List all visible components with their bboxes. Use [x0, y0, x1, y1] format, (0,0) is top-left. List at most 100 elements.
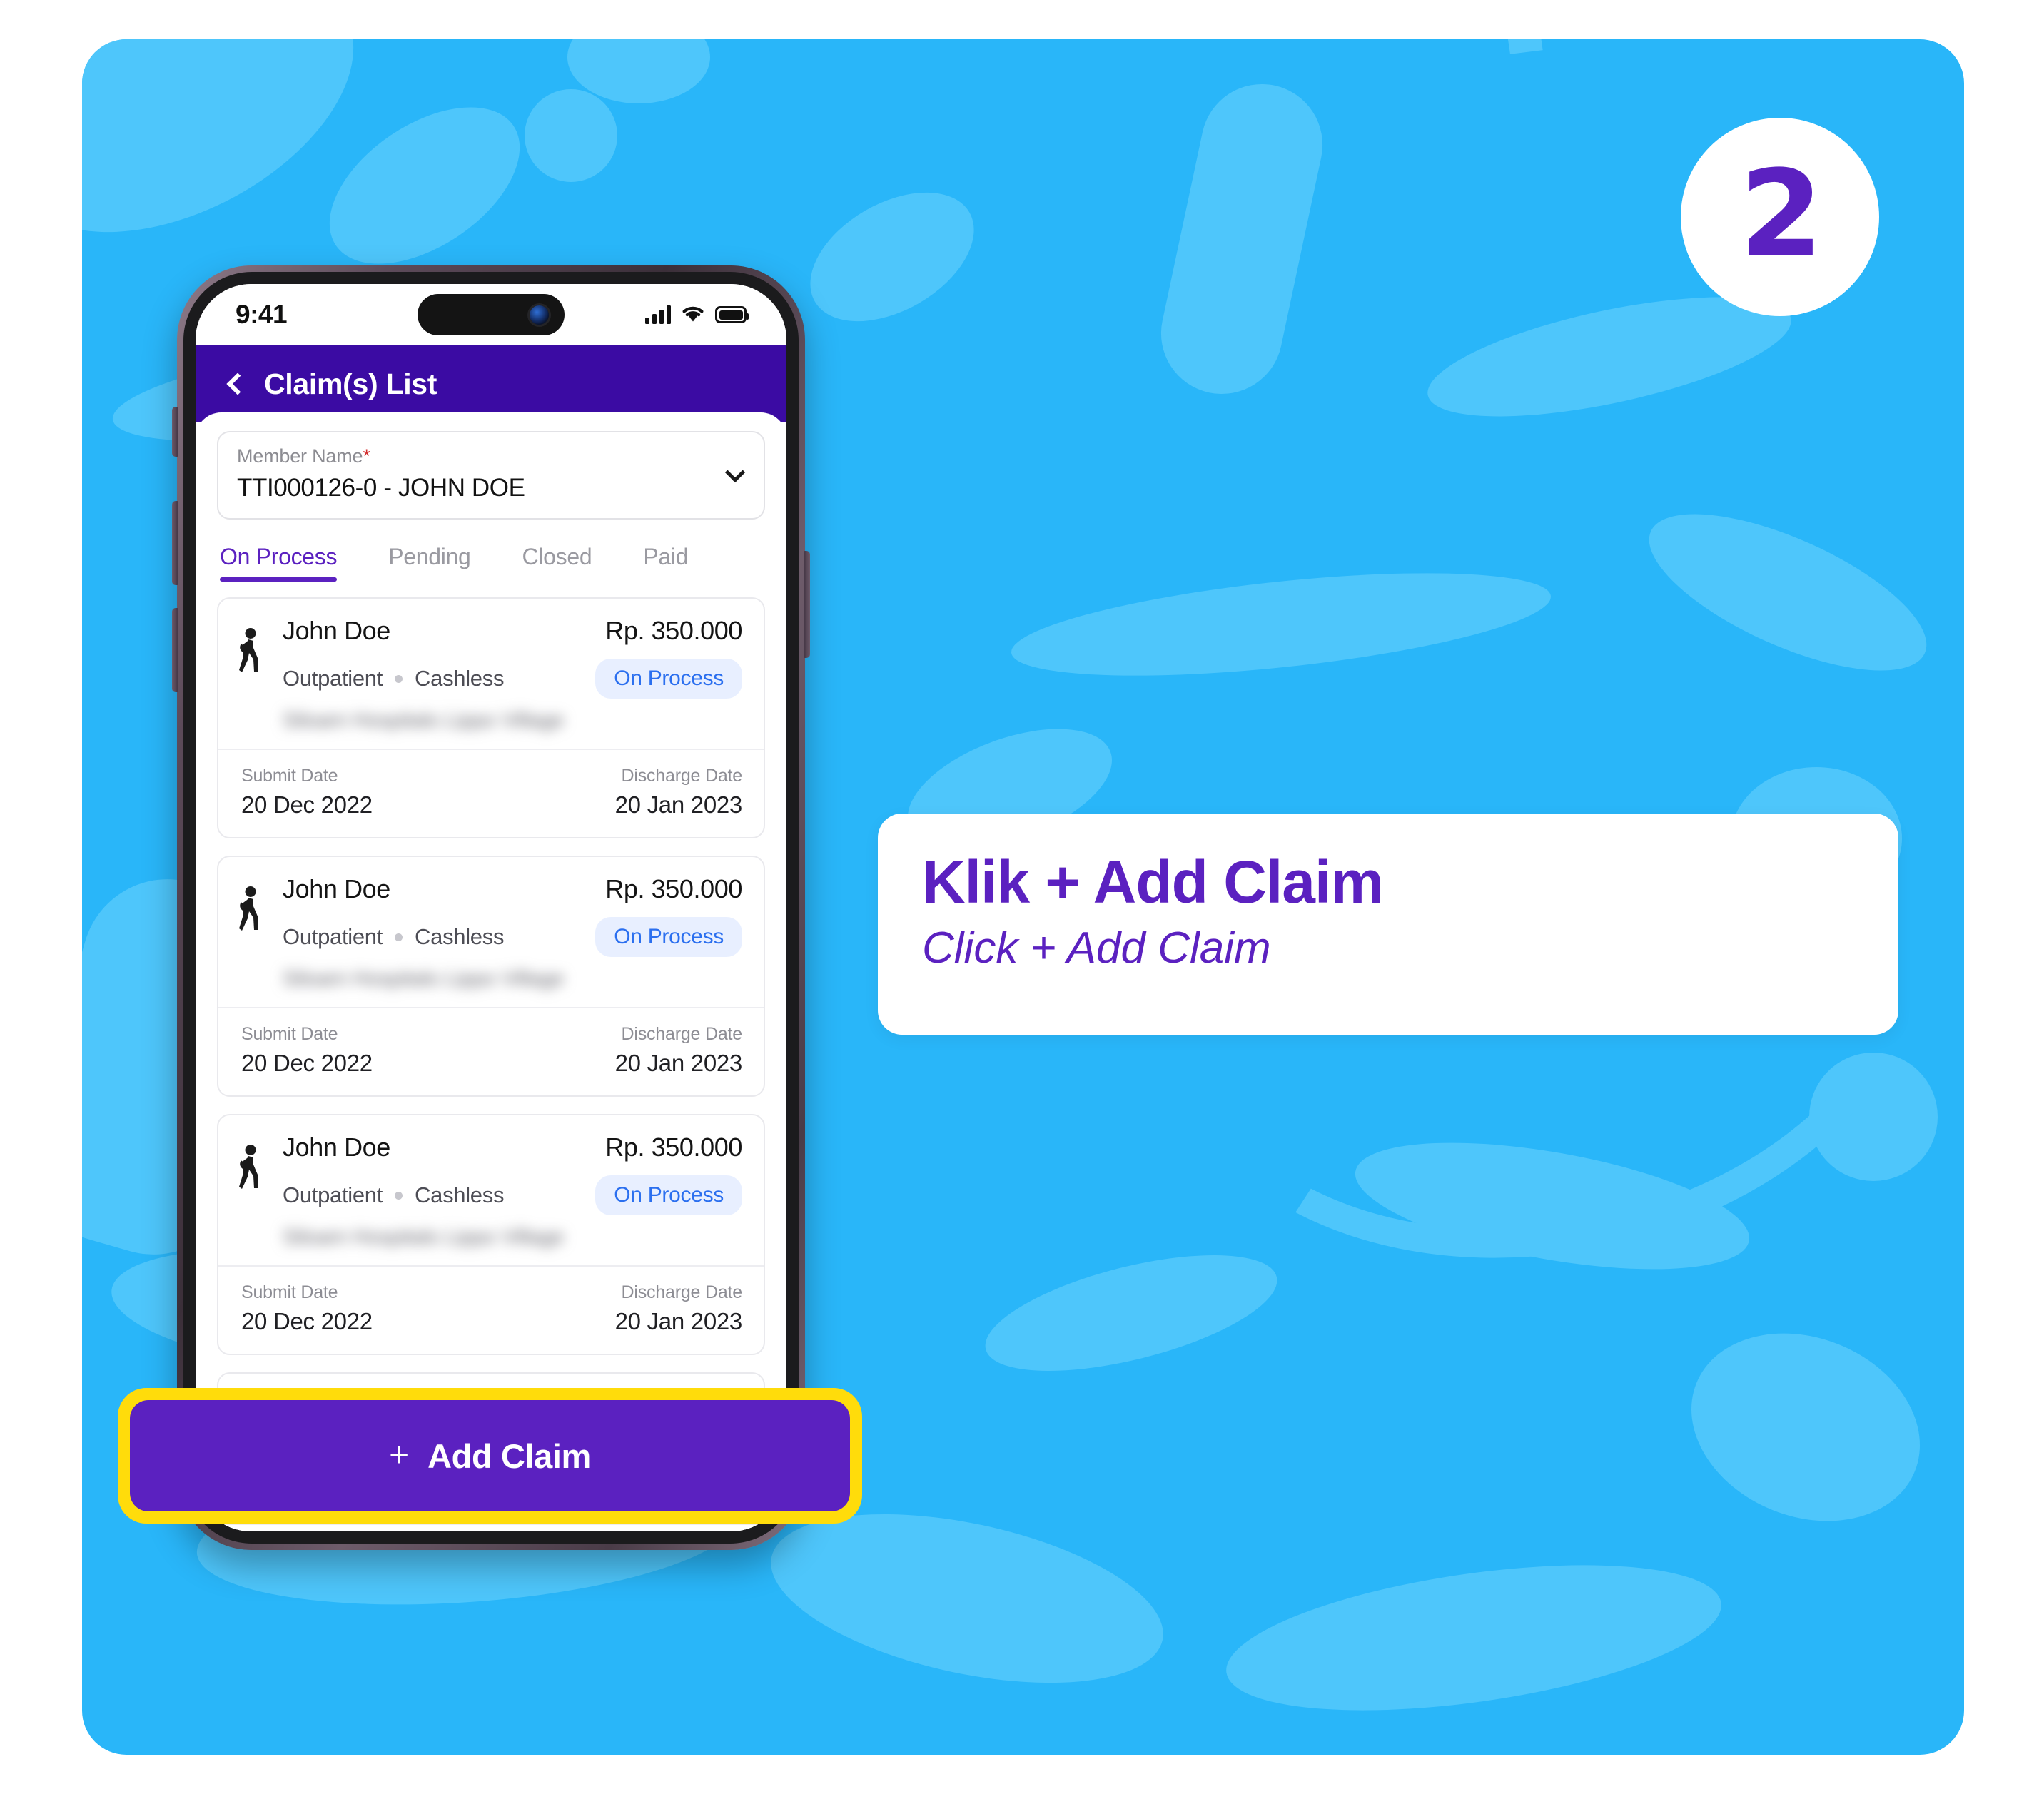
claim-type: Outpatient Cashless	[283, 924, 504, 950]
phone-mute-switch[interactable]	[172, 407, 178, 457]
submit-date-label: Submit Date	[241, 766, 338, 786]
phone-volume-up-button[interactable]	[172, 501, 178, 585]
status-bar: 9:41	[196, 284, 786, 345]
status-bar-time: 9:41	[236, 300, 288, 329]
claim-hospital-redacted: Siloam Hospitals Lippo Village	[283, 709, 565, 732]
claim-card[interactable]: John Doe Rp. 350.000 Outpatient Cashless…	[217, 1114, 765, 1355]
cellular-signal-icon	[645, 305, 671, 324]
status-badge: On Process	[595, 917, 742, 957]
claim-status-tabs: On Process Pending Closed Paid	[217, 544, 765, 582]
submit-date-label: Submit Date	[241, 1282, 338, 1302]
claim-card-row-name: John Doe Rp. 350.000	[283, 616, 742, 646]
page-title: Claim(s) List	[264, 367, 437, 400]
claim-type: Outpatient Cashless	[283, 666, 504, 691]
claim-patient-name: John Doe	[283, 1132, 390, 1162]
claim-card-top: John Doe Rp. 350.000 Outpatient Cashless…	[218, 857, 764, 1007]
submit-date-column: Submit Date 20 Dec 2022	[241, 1024, 373, 1077]
dynamic-island	[418, 294, 565, 335]
submit-date-column: Submit Date 20 Dec 2022	[241, 766, 373, 819]
claim-card-dates: Submit Date 20 Dec 2022 Discharge Date 2…	[218, 1524, 764, 1531]
discharge-date-column: Discharge Date 20 Jan 2023	[614, 1282, 743, 1335]
claim-card-main: John Doe Rp. 350.000 Outpatient Cashless…	[275, 616, 742, 733]
status-badge: On Process	[595, 659, 742, 699]
claim-care-type: Outpatient	[283, 924, 383, 949]
claim-card-main: John Doe Rp. 350.000 Outpatient Cashless…	[275, 1132, 742, 1250]
phone-mockup: 9:41 Claim(s) List Member Name* TTI00012…	[172, 265, 810, 1550]
claim-card-dates: Submit Date 20 Dec 2022 Discharge Date 2…	[218, 1007, 764, 1095]
claim-card-row-type: Outpatient Cashless On Process	[283, 659, 742, 699]
claim-hospital-redacted: Siloam Hospitals Lippo Village	[283, 1225, 565, 1249]
claim-patient-name: John Doe	[283, 874, 390, 903]
claim-card-row-type: Outpatient Cashless On Process	[283, 1175, 742, 1215]
app-header: Claim(s) List	[196, 345, 786, 422]
claim-payment-type: Cashless	[415, 1182, 505, 1207]
claim-amount: Rp. 350.000	[605, 616, 742, 645]
status-badge: On Process	[595, 1175, 742, 1215]
discharge-date-label: Discharge Date	[621, 1282, 742, 1302]
member-name-value: TTI000126-0 - JOHN DOE	[237, 474, 525, 502]
claim-type: Outpatient Cashless	[283, 1182, 504, 1208]
phone-power-button[interactable]	[804, 551, 810, 658]
claim-card-top: John Doe Rp. 350.000 Outpatient Cashless…	[218, 1115, 764, 1265]
instruction-primary-text: Klik + Add Claim	[922, 848, 1384, 916]
claim-amount: Rp. 350.000	[605, 1132, 742, 1162]
step-number: 2	[1739, 144, 1823, 284]
claim-payment-type: Cashless	[415, 666, 505, 691]
member-name-label-text: Member Name	[237, 445, 363, 467]
step-number-badge: 2	[1681, 118, 1879, 316]
discharge-date-label: Discharge Date	[621, 1024, 742, 1044]
claim-card-main: John Doe Rp. 350.000 Outpatient Cashless…	[275, 874, 742, 991]
phone-screen: 9:41 Claim(s) List Member Name* TTI00012…	[196, 284, 786, 1531]
tab-on-process[interactable]: On Process	[220, 544, 337, 582]
discharge-date-value: 20 Jan 2023	[614, 791, 743, 818]
walking-person-icon	[234, 616, 275, 733]
separator-dot-icon	[395, 933, 403, 941]
discharge-date-column: Discharge Date 20 Jan 2023	[614, 1024, 743, 1077]
phone-volume-down-button[interactable]	[172, 608, 178, 692]
walking-person-icon	[234, 1132, 275, 1250]
tab-closed[interactable]: Closed	[522, 544, 592, 582]
chevron-left-icon[interactable]	[226, 373, 249, 395]
plus-icon: +	[389, 1436, 410, 1474]
claim-card-dates: Submit Date 20 Dec 2022 Discharge Date 2…	[218, 749, 764, 837]
add-claim-button[interactable]: + Add Claim	[130, 1400, 850, 1511]
claim-card[interactable]: John Doe Rp. 350.000 Outpatient Cashless…	[217, 597, 765, 838]
claim-care-type: Outpatient	[283, 666, 383, 691]
walking-person-icon	[234, 874, 275, 991]
member-name-select[interactable]: Member Name* TTI000126-0 - JOHN DOE	[217, 431, 765, 520]
discharge-date-label: Discharge Date	[621, 766, 742, 786]
claim-card[interactable]: John Doe Rp. 350.000 Outpatient Cashless…	[217, 856, 765, 1097]
claim-hospital-redacted: Siloam Hospitals Lippo Village	[283, 967, 565, 990]
instruction-card: Klik + Add Claim Click + Add Claim	[878, 814, 1898, 1035]
separator-dot-icon	[395, 674, 403, 683]
submit-date-value: 20 Dec 2022	[241, 791, 373, 818]
tab-paid[interactable]: Paid	[643, 544, 688, 582]
required-asterisk: *	[363, 445, 370, 467]
submit-date-value: 20 Dec 2022	[241, 1050, 373, 1076]
submit-date-label: Submit Date	[241, 1024, 338, 1044]
wifi-icon	[681, 304, 705, 326]
claim-patient-name: John Doe	[283, 616, 390, 645]
submit-date-column: Submit Date 20 Dec 2022	[241, 1282, 373, 1335]
claim-payment-type: Cashless	[415, 924, 505, 949]
claim-card-row-name: John Doe Rp. 350.000	[283, 1132, 742, 1162]
add-claim-label: Add Claim	[427, 1436, 591, 1475]
instruction-secondary-text: Click + Add Claim	[922, 923, 1271, 973]
claim-amount: Rp. 350.000	[605, 874, 742, 903]
member-name-label: Member Name*	[237, 445, 745, 467]
discharge-date-value: 20 Jan 2023	[614, 1308, 743, 1334]
claim-care-type: Outpatient	[283, 1182, 383, 1207]
front-camera-icon	[530, 305, 549, 325]
claim-card-row-name: John Doe Rp. 350.000	[283, 874, 742, 904]
discharge-date-value: 20 Jan 2023	[614, 1050, 743, 1076]
tab-pending[interactable]: Pending	[388, 544, 471, 582]
separator-dot-icon	[395, 1191, 403, 1200]
status-bar-icons	[645, 304, 749, 326]
app-body: Member Name* TTI000126-0 - JOHN DOE On P…	[196, 412, 786, 1531]
submit-date-value: 20 Dec 2022	[241, 1308, 373, 1334]
claim-card-dates: Submit Date 20 Dec 2022 Discharge Date 2…	[218, 1265, 764, 1354]
claim-card-top: John Doe Rp. 350.000 Outpatient Cashless…	[218, 599, 764, 749]
discharge-date-column: Discharge Date 20 Jan 2023	[614, 766, 743, 819]
add-claim-highlight: + Add Claim	[118, 1388, 862, 1524]
claim-card-row-type: Outpatient Cashless On Process	[283, 917, 742, 957]
